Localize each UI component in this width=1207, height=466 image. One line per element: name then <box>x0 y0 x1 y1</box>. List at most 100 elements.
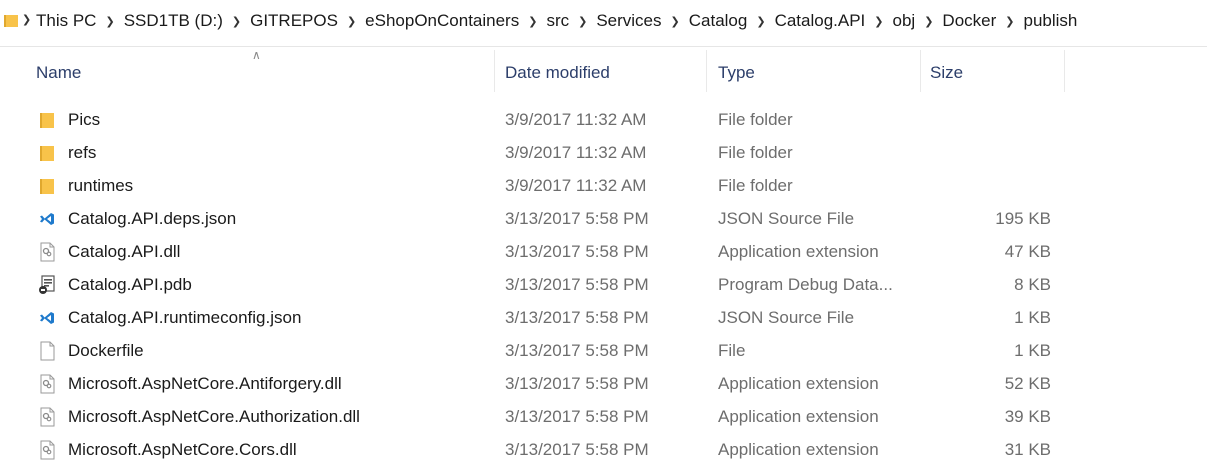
dll-icon <box>38 374 56 394</box>
chevron-right-icon[interactable]: ❯ <box>671 15 680 28</box>
file-type: Application extension <box>718 242 879 261</box>
file-name: Catalog.API.deps.json <box>68 209 237 228</box>
address-bar[interactable]: ❯ ❯ This PC ❯ SSD1TB (D:) ❯ GITREPOS ❯ eShopOnC… <box>0 0 1207 47</box>
file-date-modified: 3/13/2017 5:58 PM <box>505 374 649 393</box>
file-name: Pics <box>68 110 101 129</box>
file-date-modified: 3/13/2017 5:58 PM <box>505 275 649 294</box>
vscode-json-icon <box>38 308 56 328</box>
column-divider[interactable] <box>920 50 921 92</box>
chevron-right-icon[interactable]: ❯ <box>347 15 356 28</box>
column-divider[interactable] <box>1064 50 1065 92</box>
file-date-modified: 3/13/2017 5:58 PM <box>505 341 649 360</box>
file-name: Microsoft.AspNetCore.Authorization.dll <box>68 407 360 426</box>
dll-icon <box>38 242 56 262</box>
file-row[interactable]: Catalog.API.deps.json 3/13/2017 5:58 PM JS… <box>0 202 1207 235</box>
file-type: Program Debug Data... <box>718 275 893 294</box>
file-name: Microsoft.AspNetCore.Antiforgery.dll <box>68 374 342 393</box>
file-name: runtimes <box>68 176 134 195</box>
file-size <box>920 136 1051 169</box>
sort-up-icon: ∧ <box>252 48 261 62</box>
file-type: File folder <box>718 110 793 129</box>
chevron-right-icon[interactable]: ❯ <box>578 15 587 28</box>
chevron-right-icon[interactable]: ❯ <box>924 15 933 28</box>
breadcrumb-item[interactable]: Docker <box>942 11 996 31</box>
file-size: 195 KB <box>995 209 1051 228</box>
column-header-date-modified[interactable]: Date modified <box>505 48 610 94</box>
breadcrumb-item[interactable]: This PC <box>36 11 96 31</box>
chevron-right-icon[interactable]: ❯ <box>232 15 241 28</box>
file-size <box>920 103 1051 136</box>
file-type: JSON Source File <box>718 308 855 327</box>
column-header-size[interactable]: Size <box>930 48 963 94</box>
file-size: 1 KB <box>1014 308 1051 327</box>
breadcrumb-item[interactable]: Services <box>596 11 661 31</box>
file-row[interactable]: Catalog.API.pdb 3/13/2017 5:58 PM Program … <box>0 268 1207 301</box>
column-header-name[interactable]: Name <box>36 48 81 94</box>
column-header-type[interactable]: Type <box>718 48 755 94</box>
column-headers: ∧ Name Date modified Type Size <box>0 48 1207 94</box>
breadcrumb-item[interactable]: eShopOnContainers <box>365 11 519 31</box>
folder-icon <box>4 15 18 27</box>
file-name: Catalog.API.runtimeconfig.json <box>68 308 302 327</box>
file-row[interactable]: refs 3/9/2017 11:32 AM File folder <box>0 136 1207 169</box>
chevron-right-icon[interactable]: ❯ <box>874 15 883 28</box>
column-divider[interactable] <box>706 50 707 92</box>
file-name: Catalog.API.pdb <box>68 275 192 294</box>
chevron-right-icon[interactable]: ❯ <box>105 15 114 28</box>
chevron-right-icon[interactable]: ❯ <box>1005 15 1014 28</box>
chevron-right-icon[interactable]: ❯ <box>528 15 537 28</box>
file-date-modified: 3/9/2017 11:32 AM <box>505 176 647 195</box>
chevron-right-icon[interactable]: ❯ <box>22 13 31 26</box>
folder-icon <box>38 110 56 130</box>
pdb-icon <box>38 275 56 295</box>
file-size: 8 KB <box>1014 275 1051 294</box>
file-name: Catalog.API.dll <box>68 242 181 261</box>
file-size: 47 KB <box>1004 242 1051 261</box>
folder-icon <box>38 143 56 163</box>
file-date-modified: 3/13/2017 5:58 PM <box>505 407 649 426</box>
file-type: Application extension <box>718 374 879 393</box>
file-type: File folder <box>718 143 793 162</box>
file-row[interactable]: Catalog.API.dll 3/13/2017 5:58 PM Applicat… <box>0 235 1207 268</box>
file-size: 52 KB <box>1004 374 1051 393</box>
file-type: File <box>718 341 746 360</box>
file-size: 1 KB <box>1014 341 1051 360</box>
vscode-json-icon <box>38 209 56 229</box>
breadcrumb-item[interactable]: Catalog.API <box>775 11 866 31</box>
chevron-right-icon[interactable]: ❯ <box>756 15 765 28</box>
breadcrumb-item[interactable]: obj <box>893 11 916 31</box>
file-date-modified: 3/9/2017 11:32 AM <box>505 110 647 129</box>
file-date-modified: 3/13/2017 5:58 PM <box>505 242 649 261</box>
file-type: Application extension <box>718 407 879 426</box>
column-divider[interactable] <box>494 50 495 92</box>
file-name: refs <box>68 143 97 162</box>
breadcrumb-item[interactable]: GITREPOS <box>250 11 338 31</box>
breadcrumb-item[interactable]: Catalog <box>689 11 748 31</box>
file-name: Dockerfile <box>68 341 144 360</box>
file-row[interactable]: Microsoft.AspNetCore.Cors.dll 3/13/2017 5… <box>0 433 1207 466</box>
file-size <box>920 169 1051 202</box>
blank-file-icon <box>38 341 56 361</box>
file-date-modified: 3/13/2017 5:58 PM <box>505 308 649 327</box>
folder-icon <box>38 176 56 196</box>
file-row[interactable]: Microsoft.AspNetCore.Authorization.dll 3/… <box>0 400 1207 433</box>
file-date-modified: 3/13/2017 5:58 PM <box>505 440 649 459</box>
file-size: 31 KB <box>1004 440 1051 459</box>
dll-icon <box>38 440 56 460</box>
dll-icon <box>38 407 56 427</box>
breadcrumb-item[interactable]: SSD1TB (D:) <box>124 11 223 31</box>
file-type: Application extension <box>718 440 879 459</box>
file-size: 39 KB <box>1004 407 1051 426</box>
file-row[interactable]: Pics 3/9/2017 11:32 AM File folder <box>0 103 1207 136</box>
breadcrumb-item[interactable]: publish <box>1024 11 1078 31</box>
file-row[interactable]: Catalog.API.runtimeconfig.json 3/13/2017 … <box>0 301 1207 334</box>
file-row[interactable]: Dockerfile 3/13/2017 5:58 PM File 1 KB <box>0 334 1207 367</box>
file-type: File folder <box>718 176 793 195</box>
file-row[interactable]: runtimes 3/9/2017 11:32 AM File folder <box>0 169 1207 202</box>
file-name: Microsoft.AspNetCore.Cors.dll <box>68 440 297 459</box>
file-row[interactable]: Microsoft.AspNetCore.Antiforgery.dll 3/13… <box>0 367 1207 400</box>
file-date-modified: 3/13/2017 5:58 PM <box>505 209 649 228</box>
breadcrumb-item[interactable]: src <box>546 11 569 31</box>
breadcrumb: ❯ This PC ❯ SSD1TB (D:) ❯ GITREPOS ❯ eShopOnCon… <box>36 11 1077 31</box>
file-type: JSON Source File <box>718 209 855 228</box>
